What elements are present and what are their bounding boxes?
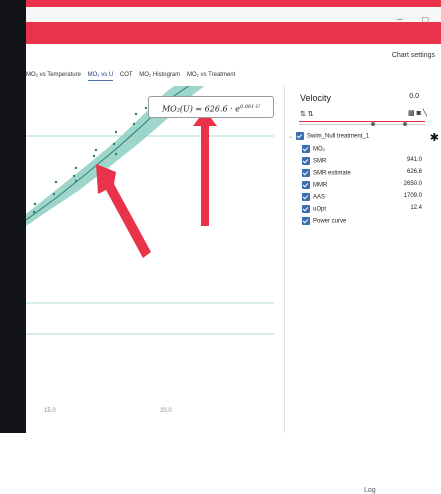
chevron-down-icon[interactable]: ⌄ — [288, 133, 296, 140]
plot-canvas — [26, 86, 274, 335]
x-tick-label: 20.0 — [160, 408, 172, 414]
chart-tabs: MO₂ vs Temperature MO₂ vs U COT MO₂ Hist… — [26, 72, 326, 85]
series-label: MO₂ — [313, 146, 325, 153]
series-item-uopt[interactable]: uOpt 12.4 — [302, 205, 428, 217]
tab-mo2-vs-treatment[interactable]: MO₂ vs Treatment — [187, 72, 235, 80]
slider-track[interactable] — [299, 122, 425, 126]
series-label: Power curve — [313, 218, 347, 225]
series-item-smr[interactable]: SMR 941.0 — [302, 157, 428, 169]
side-panel-title-value: 0.0 — [409, 93, 419, 100]
series-value: 941.0 — [406, 157, 422, 163]
checkbox-icon[interactable] — [302, 169, 310, 177]
top-accent-strip — [26, 0, 441, 7]
series-item-aas[interactable]: AAS 1709.0 — [302, 193, 428, 205]
reference-lines — [26, 135, 274, 335]
x-tick-label: 15.0 — [44, 408, 56, 414]
series-value: 2650.0 — [403, 181, 422, 187]
left-window-edge — [0, 0, 26, 433]
plot-area[interactable]: MO₂(U) = 626.6 · e0.081·U 15.0 20.0 Log — [26, 86, 376, 494]
series-item-mmr[interactable]: MMR 2650.0 — [302, 181, 428, 193]
series-value: 1709.0 — [403, 193, 422, 199]
annotation-arrow-diagonal — [96, 164, 151, 258]
annotation-arrows — [96, 110, 217, 258]
series-item-smr-estimate[interactable]: SMR estimate 626.6 — [302, 169, 428, 181]
equation-label: MO₂(U) = 626.6 · e0.081·U — [148, 96, 274, 118]
series-item-power-curve[interactable]: Power curve — [302, 217, 428, 229]
series-label: SMR — [313, 158, 327, 165]
side-panel-title: Velocity — [300, 93, 332, 103]
panel-tool-icons[interactable]: ▩ ◙ ╲ — [408, 109, 427, 117]
slider-handle[interactable] — [371, 122, 375, 126]
tab-mo2-vs-temperature[interactable]: MO₂ vs Temperature — [26, 72, 81, 80]
series-label: MMR — [313, 182, 328, 189]
annotation-arrow-up — [193, 110, 217, 226]
series-group-label: Swim_Null treatment_1 — [307, 133, 370, 140]
series-label: SMR estimate — [313, 170, 351, 177]
gear-icon[interactable]: ✱ — [430, 131, 439, 144]
title-bar: − □ — [26, 7, 441, 24]
log-scale-toggle[interactable]: Log — [364, 487, 376, 494]
series-label: AAS — [313, 194, 326, 201]
series-group-row[interactable]: ⌄ Swim_Null treatment_1 — [288, 132, 369, 140]
checkbox-icon[interactable] — [302, 157, 310, 165]
header-banner — [26, 22, 441, 44]
checkbox-icon[interactable] — [302, 145, 310, 153]
series-item-mo2[interactable]: MO₂ — [302, 145, 428, 157]
series-label: uOpt — [313, 206, 327, 213]
series-side-panel: Velocity 0.0 ⇅ ⇅ ▩ ◙ ╲ ✱ ⌄ Swim_Null trea… — [288, 86, 441, 286]
tab-mo2-histogram[interactable]: MO₂ Histogram — [139, 72, 180, 80]
equation-exponent: 0.081·U — [239, 104, 261, 110]
equation-lhs: MO₂(U) = 626.6 · e — [161, 104, 240, 114]
sort-icons[interactable]: ⇅ ⇅ — [300, 110, 314, 118]
series-value: 626.6 — [406, 169, 422, 175]
series-value: 12.4 — [410, 205, 422, 211]
checkbox-icon[interactable] — [302, 181, 310, 189]
checkbox-icon[interactable] — [302, 217, 310, 225]
tab-mo2-vs-u[interactable]: MO₂ vs U — [87, 72, 114, 81]
chart-settings-button[interactable]: Chart settings — [392, 52, 435, 59]
tab-cot[interactable]: COT — [120, 72, 133, 80]
series-list: MO₂ SMR 941.0 SMR estimate 626.6 MMR 2650.0… — [302, 145, 428, 229]
checkbox-icon[interactable] — [296, 132, 304, 140]
checkbox-icon[interactable] — [302, 205, 310, 213]
checkbox-icon[interactable] — [302, 193, 310, 201]
slider-handle[interactable] — [403, 122, 407, 126]
